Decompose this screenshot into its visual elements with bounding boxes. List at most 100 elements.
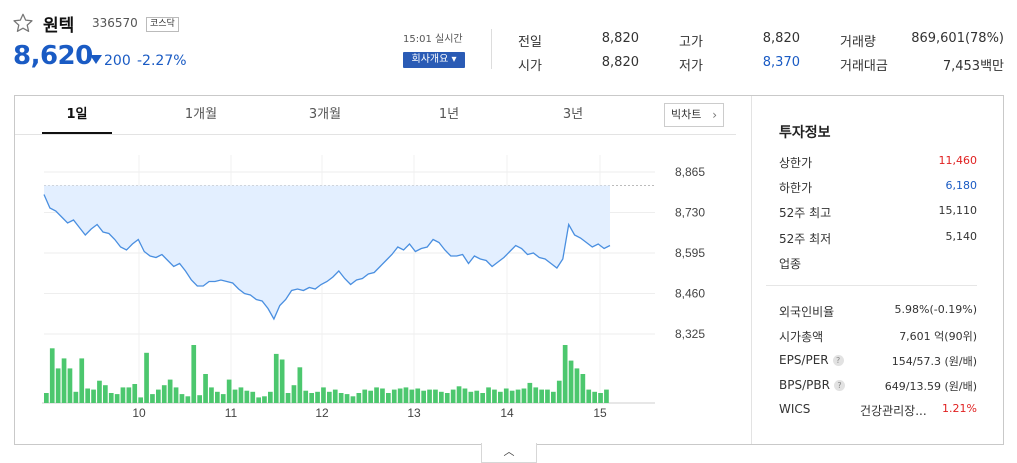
info-value-52w-high: 15,110 <box>938 204 978 217</box>
volume-bar <box>551 391 556 403</box>
x-tick-label: 12 <box>315 406 329 420</box>
bigchart-button[interactable]: 빅차트 › <box>664 103 724 127</box>
info-label-lower-limit: 하한가 <box>779 181 813 195</box>
volume-bar <box>144 352 149 403</box>
volume-bar <box>67 368 73 403</box>
volume-bar <box>527 382 533 403</box>
volume-bar <box>279 359 285 403</box>
favorite-star-icon[interactable] <box>12 12 34 34</box>
quote-value-volume: 869,601(78%) <box>911 31 1004 46</box>
info-label-eps-per: EPS/PER? <box>779 353 844 367</box>
quote-label-volume: 거래량 <box>840 35 876 50</box>
x-tick-label: 11 <box>225 406 238 420</box>
volume-bar <box>156 389 161 403</box>
volume-bar <box>409 389 415 403</box>
volume-bar <box>315 391 320 403</box>
volume-bar <box>380 388 385 403</box>
volume-bar <box>126 387 132 403</box>
volume-bar <box>61 358 67 403</box>
info-label-52w-low: 52주 최저 <box>779 232 832 246</box>
company-overview-button[interactable]: 회사개요 ▾ <box>403 52 465 68</box>
volume-bar <box>362 389 368 403</box>
stock-name: 원텍 <box>43 16 75 36</box>
quote-value-trade-amount: 7,453백만 <box>942 59 1004 74</box>
volume-bar <box>161 385 167 403</box>
side-divider <box>751 96 752 444</box>
volume-bar <box>132 384 138 403</box>
volume-bar <box>232 389 238 403</box>
volume-bar <box>197 395 202 403</box>
x-tick-label: 14 <box>500 406 514 420</box>
realtime-time: 15:01 실시간 <box>403 34 463 45</box>
volume-bar <box>604 389 609 403</box>
chevron-up-icon: ︿ <box>503 445 515 458</box>
quote-label-prev-close: 전일 <box>518 35 542 50</box>
volume-bar <box>556 380 562 403</box>
volume-bar <box>268 391 273 403</box>
volume-bar <box>350 396 356 403</box>
volume-bar <box>138 397 143 403</box>
volume-bar <box>55 368 61 403</box>
volume-bar <box>262 396 267 403</box>
info-label-bps-pbr: BPS/PBR? <box>779 378 845 392</box>
bps-pbr-label-text: BPS/PBR <box>779 378 830 392</box>
volume-bar <box>238 387 244 403</box>
tab-3months[interactable]: 3개월 <box>290 96 360 134</box>
volume-bar <box>480 393 485 403</box>
tab-1month[interactable]: 1개월 <box>166 96 236 134</box>
volume-bar <box>49 348 55 403</box>
volume-bar <box>226 379 232 403</box>
volume-bar <box>338 393 344 403</box>
stock-code: 336570 <box>92 16 138 30</box>
volume-bar <box>592 391 597 403</box>
volume-bar <box>492 389 497 403</box>
volume-bar <box>73 391 79 403</box>
volume-bar <box>439 391 444 403</box>
help-icon[interactable]: ? <box>832 355 844 366</box>
volume-bar <box>344 394 350 403</box>
quote-value-low: 8,370 <box>762 55 800 70</box>
volume-bar <box>120 387 126 403</box>
volume-bar <box>539 389 544 403</box>
quote-label-low: 저가 <box>679 59 703 74</box>
price-change: 200 <box>104 53 131 69</box>
volume-bar <box>244 390 250 403</box>
volume-bar <box>421 390 426 403</box>
y-tick-label: 8,460 <box>675 287 705 301</box>
volume-bar <box>273 353 279 403</box>
volume-bar <box>462 388 468 403</box>
volume-bar <box>386 393 391 403</box>
info-value-bps-pbr: 649/13.59 (원/배) <box>884 380 977 393</box>
wics-industry-link[interactable]: 건강관리장... <box>860 402 927 419</box>
volume-bar <box>568 360 574 403</box>
y-tick-label: 8,325 <box>675 327 705 341</box>
volume-bar <box>580 374 586 403</box>
volume-bar <box>562 345 568 403</box>
quote-value-open: 8,820 <box>601 55 639 70</box>
volume-bar <box>44 393 49 403</box>
volume-bar <box>433 389 438 403</box>
volume-bar <box>586 389 592 403</box>
volume-bar <box>85 388 90 403</box>
volume-bar <box>327 391 332 403</box>
volume-bar <box>303 390 309 403</box>
collapse-toggle[interactable]: ︿ <box>481 443 537 463</box>
period-tabs <box>15 96 736 135</box>
help-icon[interactable]: ? <box>833 380 845 391</box>
volume-bar <box>474 390 480 403</box>
volume-bar <box>173 387 179 403</box>
tab-1day[interactable]: 1일 <box>42 96 112 134</box>
volume-bar <box>515 389 521 403</box>
volume-bar <box>521 388 527 403</box>
info-value-eps-per: 154/57.3 (원/배) <box>891 355 977 368</box>
volume-bar <box>191 345 197 403</box>
tab-3years[interactable]: 3년 <box>538 96 608 134</box>
volume-bar <box>374 387 379 403</box>
info-separator <box>766 285 977 286</box>
volume-bar <box>415 388 421 403</box>
volume-bar <box>185 396 191 403</box>
quote-value-prev-close: 8,820 <box>601 31 639 46</box>
volume-bar <box>215 391 220 403</box>
volume-bar <box>356 393 362 403</box>
tab-1year[interactable]: 1년 <box>414 96 484 134</box>
